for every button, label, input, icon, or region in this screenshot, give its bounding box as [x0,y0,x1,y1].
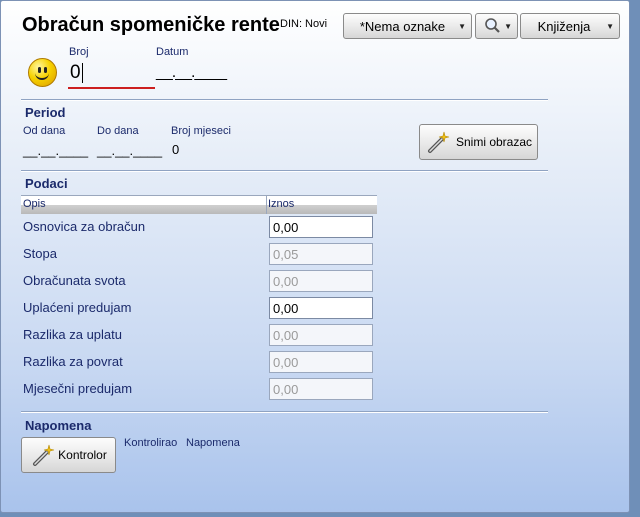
to-date-label: Do dana [97,125,139,137]
wand-icon [33,444,55,466]
rate-field: 0,05 [269,243,373,265]
base-amount-input[interactable]: 0,00 [269,216,373,238]
tag-select-value: *Nema oznake [359,18,446,34]
wand-icon [427,131,450,153]
search-button[interactable]: ▼ [475,13,518,39]
page-title: Obračun spomeničke rente [22,14,280,36]
period-heading: Period [25,105,66,120]
months-label: Broj mjeseci [171,125,231,137]
row-label-base: Osnovica za obračun [23,219,146,234]
column-header-amount: Iznos [268,198,295,210]
search-icon [484,18,500,33]
paid-advance-input[interactable]: 0,00 [269,297,373,319]
date-label: Datum [156,46,189,58]
number-input[interactable]: 0 [68,59,155,89]
row-label-calculated: Obračunata svota [23,273,126,288]
save-form-button[interactable]: Snimi obrazac [419,124,538,160]
difference-refund-field: 0,00 [269,351,373,373]
calculated-amount-field: 0,00 [269,270,373,292]
controller-button-label: Kontrolor [58,448,107,462]
row-label-refund: Razlika za povrat [23,354,123,369]
smiley-icon [28,58,57,87]
grid-header: Opis Iznos [21,195,377,214]
text-cursor [82,63,83,83]
note-label: Napomena [186,437,240,449]
form-window: Obračun spomeničke rente DIN: Novi *Nema… [0,0,630,513]
number-label: Broj [69,46,89,58]
controller-button[interactable]: Kontrolor [21,437,116,473]
tag-select[interactable]: *Nema oznake ▼ [343,13,472,39]
number-value: 0 [70,62,81,83]
row-label-to-pay: Razlika za uplatu [23,327,122,342]
row-label-paid-advance: Uplaćeni predujam [23,300,132,315]
chevron-down-icon: ▼ [606,22,614,31]
postings-button-label: Knjiženja [537,18,591,34]
smiley-mouth [35,70,49,80]
chevron-down-icon: ▼ [458,22,466,31]
to-date-input[interactable]: __.__.____ [97,143,162,158]
from-date-input[interactable]: __.__.____ [23,143,88,158]
note-heading: Napomena [25,418,92,433]
postings-button[interactable]: Knjiženja ▼ [520,13,620,39]
difference-to-pay-field: 0,00 [269,324,373,346]
from-date-label: Od dana [23,125,66,137]
divider [21,411,548,413]
divider [21,170,548,172]
data-heading: Podaci [25,176,68,191]
chevron-down-icon: ▼ [504,22,512,31]
controlled-by-label: Kontrolirao [124,437,178,449]
row-label-monthly-advance: Mjesečni predujam [23,381,133,396]
column-header-description: Opis [23,198,46,210]
save-form-label: Snimi obrazac [455,135,533,149]
row-label-rate: Stopa [23,246,57,261]
divider [21,99,548,101]
status-text: DIN: Novi [280,18,328,30]
column-divider [266,196,267,214]
monthly-advance-field: 0,00 [269,378,373,400]
months-value: 0 [172,142,180,157]
date-input[interactable]: __.__.____ [156,64,258,82]
